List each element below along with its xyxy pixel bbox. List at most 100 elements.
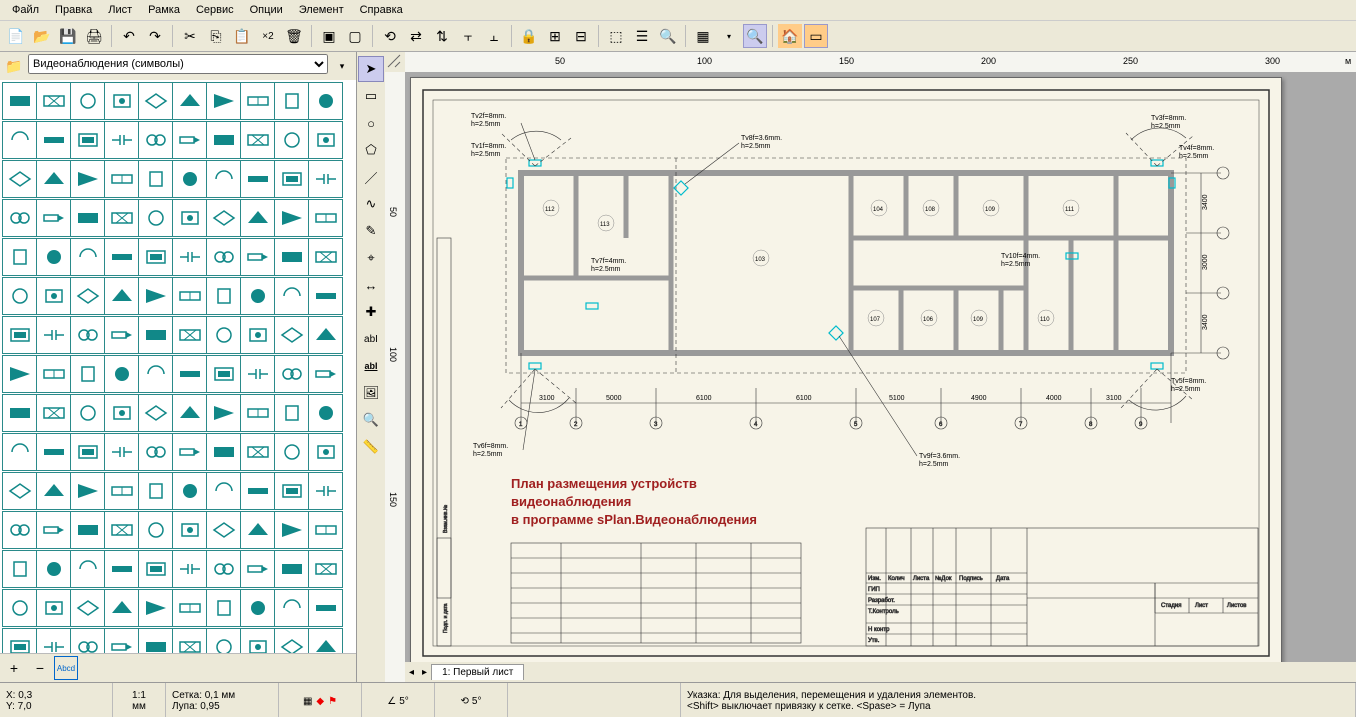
symbol-cell[interactable]: [36, 316, 71, 354]
symbol-cell[interactable]: [104, 238, 139, 276]
pointer-tool-icon[interactable]: ➤: [358, 56, 384, 82]
align1-icon[interactable]: ⫟: [456, 24, 480, 48]
symbol-cell[interactable]: [308, 472, 343, 510]
symbol-cell[interactable]: [172, 394, 207, 432]
symbol-cell[interactable]: [36, 121, 71, 159]
symbol-cell[interactable]: [104, 316, 139, 354]
symbol-cell[interactable]: [104, 628, 139, 653]
symbol-cell[interactable]: [308, 628, 343, 653]
symbol-cell[interactable]: [274, 589, 309, 627]
bezier-tool-icon[interactable]: ∿: [358, 191, 384, 217]
symbol-cell[interactable]: [2, 550, 37, 588]
save-icon[interactable]: 💾: [56, 24, 80, 48]
symbol-cell[interactable]: [206, 316, 241, 354]
print-icon[interactable]: 🖨: [82, 24, 106, 48]
snap-red2-icon[interactable]: ⚑: [328, 696, 337, 707]
symbol-cell[interactable]: [2, 589, 37, 627]
symbol-cell[interactable]: [2, 472, 37, 510]
symbol-cell[interactable]: [308, 511, 343, 549]
delete-icon[interactable]: 🗑: [282, 24, 306, 48]
symbol-cell[interactable]: [172, 121, 207, 159]
dropdown-icon[interactable]: ▾: [717, 24, 741, 48]
symbol-cell[interactable]: [172, 511, 207, 549]
symbol-cell[interactable]: [36, 355, 71, 393]
symbol-cell[interactable]: [172, 433, 207, 471]
symbol-cell[interactable]: [36, 433, 71, 471]
symbol-cell[interactable]: [2, 160, 37, 198]
symbol-cell[interactable]: [138, 121, 173, 159]
symbol-cell[interactable]: [274, 199, 309, 237]
symbol-cell[interactable]: [240, 160, 275, 198]
symbol-cell[interactable]: [138, 433, 173, 471]
symbol-cell[interactable]: [70, 550, 105, 588]
symbol-cell[interactable]: [206, 82, 241, 120]
symbol-cell[interactable]: [172, 628, 207, 653]
palette-del-icon[interactable]: −: [28, 656, 52, 680]
symbol-cell[interactable]: [138, 589, 173, 627]
library-open-icon[interactable]: 📁: [2, 54, 26, 78]
symbol-cell[interactable]: [308, 160, 343, 198]
symbol-cell[interactable]: [308, 121, 343, 159]
symbol-cell[interactable]: [36, 160, 71, 198]
symbol-cell[interactable]: [70, 511, 105, 549]
group-icon[interactable]: ⊞: [543, 24, 567, 48]
symbol-cell[interactable]: [36, 472, 71, 510]
symbol-cell[interactable]: [70, 160, 105, 198]
symbol-cell[interactable]: [240, 199, 275, 237]
symbol-cell[interactable]: [172, 316, 207, 354]
symbol-cell[interactable]: [206, 394, 241, 432]
symbol-cell[interactable]: [36, 589, 71, 627]
duplicate-icon[interactable]: ×2: [256, 24, 280, 48]
sheet-icon[interactable]: ▭: [804, 24, 828, 48]
palette-add-icon[interactable]: +: [2, 656, 26, 680]
symbol-cell[interactable]: [240, 121, 275, 159]
symbol-cell[interactable]: [206, 433, 241, 471]
angle-icon[interactable]: ∠: [387, 696, 396, 707]
copy-icon[interactable]: ⎘: [204, 24, 228, 48]
symbol-cell[interactable]: [240, 355, 275, 393]
symbol-cell[interactable]: [240, 433, 275, 471]
symbol-cell[interactable]: [138, 355, 173, 393]
symbol-cell[interactable]: [206, 355, 241, 393]
symbol-cell[interactable]: [2, 238, 37, 276]
symbol-cell[interactable]: [240, 589, 275, 627]
symbol-cell[interactable]: [36, 277, 71, 315]
symbol-cell[interactable]: [206, 238, 241, 276]
menu-service[interactable]: Сервис: [188, 2, 242, 18]
symbol-cell[interactable]: [104, 199, 139, 237]
symbol-cell[interactable]: [36, 82, 71, 120]
poly-tool-icon[interactable]: ⬠: [358, 137, 384, 163]
symbol-cell[interactable]: [206, 277, 241, 315]
symbol-cell[interactable]: [172, 199, 207, 237]
symbol-cell[interactable]: [36, 394, 71, 432]
text-tool-icon[interactable]: abI: [358, 326, 384, 352]
point-tool-icon[interactable]: ✚: [358, 299, 384, 325]
symbol-cell[interactable]: [308, 589, 343, 627]
symbol-cell[interactable]: [308, 550, 343, 588]
symbol-cell[interactable]: [36, 238, 71, 276]
symbol-cell[interactable]: [308, 433, 343, 471]
symbol-cell[interactable]: [172, 472, 207, 510]
symbol-palette[interactable]: [0, 80, 356, 653]
viewport[interactable]: 112 113 103 104 108 109 111 107 106 109 …: [405, 72, 1356, 662]
menu-frame[interactable]: Рамка: [140, 2, 188, 18]
symbol-cell[interactable]: [70, 472, 105, 510]
symbol-cell[interactable]: [172, 355, 207, 393]
mirror-v-icon[interactable]: ⇅: [430, 24, 454, 48]
symbol-cell[interactable]: [172, 238, 207, 276]
symbol-cell[interactable]: [2, 355, 37, 393]
symbol-cell[interactable]: [240, 628, 275, 653]
symbol-cell[interactable]: [206, 628, 241, 653]
symbol-cell[interactable]: [240, 394, 275, 432]
cut-icon[interactable]: ✂: [178, 24, 202, 48]
rotate-icon[interactable]: ⟲: [378, 24, 402, 48]
symbol-cell[interactable]: [36, 511, 71, 549]
symbol-cell[interactable]: [104, 160, 139, 198]
symbol-cell[interactable]: [2, 628, 37, 653]
angle2-icon[interactable]: ⟲: [461, 696, 469, 707]
symbol-cell[interactable]: [2, 121, 37, 159]
symbol-cell[interactable]: [104, 394, 139, 432]
symbol-cell[interactable]: [274, 82, 309, 120]
symbol-cell[interactable]: [2, 316, 37, 354]
label-tool-icon[interactable]: abI: [358, 353, 384, 379]
